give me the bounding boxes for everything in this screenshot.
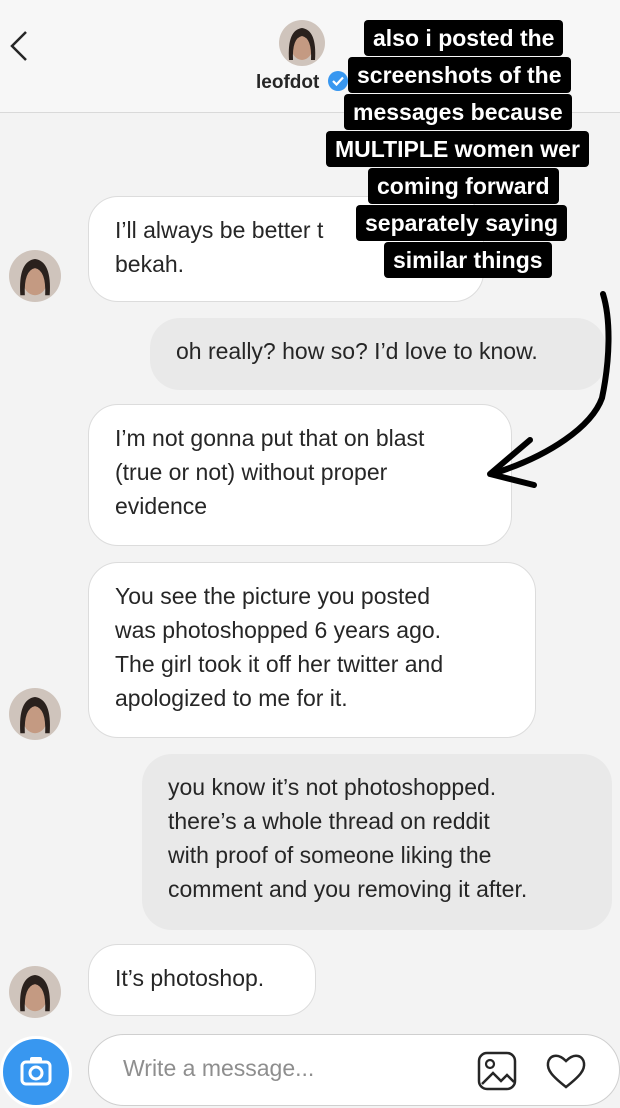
message-bubble-incoming[interactable]: It’s photoshop. xyxy=(88,944,316,1016)
camera-button[interactable] xyxy=(0,1036,72,1108)
sender-avatar[interactable] xyxy=(9,966,61,1018)
gallery-icon[interactable] xyxy=(476,1050,518,1092)
chevron-left-icon[interactable] xyxy=(6,26,34,66)
caption-line: separately saying xyxy=(356,205,568,241)
verified-badge-icon xyxy=(328,71,348,91)
message-bubble-outgoing[interactable]: you know it’s not photoshopped. there’s … xyxy=(142,754,612,930)
caption-line: also i posted the xyxy=(364,20,564,56)
header-username[interactable]: leofdot xyxy=(256,72,319,94)
message-bubble-incoming[interactable]: You see the picture you posted was photo… xyxy=(88,562,536,738)
heart-icon[interactable] xyxy=(544,1050,588,1092)
caption-line: screenshots of the xyxy=(348,57,571,93)
sender-avatar[interactable] xyxy=(9,688,61,740)
caption-line: MULTIPLE women wer xyxy=(326,131,589,167)
caption-line: similar things xyxy=(384,242,552,278)
sender-avatar[interactable] xyxy=(9,250,61,302)
caption-line: messages because xyxy=(344,94,572,130)
drawn-arrow-icon xyxy=(487,291,612,488)
header-avatar[interactable] xyxy=(279,20,325,66)
message-input-placeholder: Write a message... xyxy=(123,1055,315,1081)
message-input[interactable]: Write a message... xyxy=(88,1034,620,1106)
camera-icon xyxy=(20,1057,52,1086)
caption-line: coming forward xyxy=(368,168,559,204)
message-bubble-incoming[interactable]: I’m not gonna put that on blast (true or… xyxy=(88,404,512,546)
